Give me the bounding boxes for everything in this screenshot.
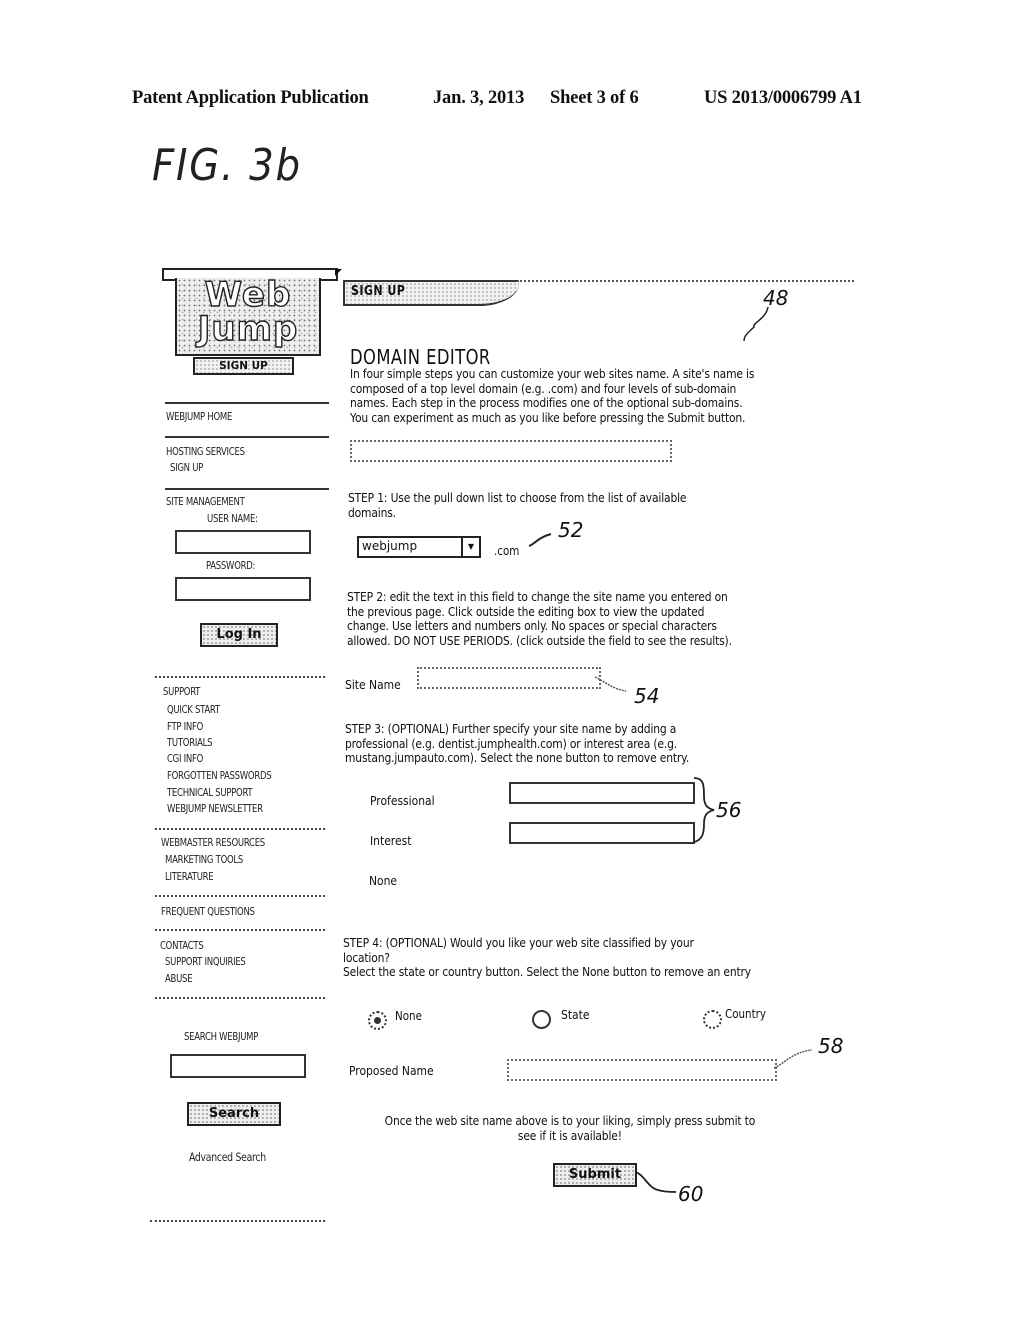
radio-state-label: State — [561, 1007, 590, 1022]
site-name-input[interactable] — [417, 667, 601, 689]
leader-line-48 — [743, 306, 769, 342]
frame-corner-mark — [335, 269, 342, 276]
sidebar-item-abuse[interactable]: ABUSE — [165, 973, 193, 985]
radio-country[interactable] — [703, 1010, 722, 1029]
tld-suffix: .com — [494, 544, 520, 558]
chevron-down-icon[interactable]: ▼ — [461, 538, 479, 556]
step4-text: STEP 4: (OPTIONAL) Would you like your w… — [343, 935, 751, 979]
logo-signup-button[interactable]: SIGN UP — [193, 357, 294, 375]
leader-line-60 — [634, 1171, 677, 1193]
sidebar-item-ftp-info[interactable]: FTP INFO — [167, 721, 203, 733]
figure-label: FIG. 3b — [152, 140, 302, 191]
sidebar-item-webjump-home[interactable]: WEBJUMP HOME — [166, 411, 232, 423]
domain-preview-field[interactable] — [350, 440, 672, 462]
password-label: PASSWORD: — [206, 560, 256, 572]
username-label: USER NAME: — [207, 513, 258, 525]
radio-none-label: None — [395, 1009, 422, 1023]
sidebar-divider — [165, 436, 329, 438]
closing-text: Once the web site name above is to your … — [384, 1113, 756, 1143]
reference-numeral-54: 54 — [634, 684, 660, 708]
header-rule — [517, 280, 854, 282]
proposed-name-field[interactable] — [507, 1059, 777, 1081]
password-input[interactable] — [175, 577, 311, 601]
publication-date: Jan. 3, 2013 — [433, 88, 525, 108]
publication-label: Patent Application Publication — [132, 88, 369, 108]
sidebar-item-forgotten-passwords[interactable]: FORGOTTEN PASSWORDS — [167, 770, 272, 782]
proposed-name-label: Proposed Name — [349, 1063, 434, 1078]
reference-numeral-56: 56 — [716, 798, 742, 822]
sidebar-divider — [150, 1220, 325, 1222]
sidebar-item-cgi-info[interactable]: CGI INFO — [167, 753, 203, 765]
reference-numeral-52: 52 — [558, 518, 584, 542]
radio-state[interactable] — [532, 1010, 551, 1029]
domain-select[interactable]: webjump ▼ — [357, 536, 481, 558]
search-input[interactable] — [170, 1054, 306, 1078]
search-button[interactable]: Search — [187, 1102, 281, 1126]
sidebar-divider — [165, 402, 329, 404]
site-name-label: Site Name — [345, 677, 401, 692]
interest-label: Interest — [370, 833, 412, 848]
sidebar-divider — [155, 997, 325, 999]
sidebar-item-marketing-tools[interactable]: MARKETING TOOLS — [165, 854, 243, 866]
sidebar-item-technical-support[interactable]: TECHNICAL SUPPORT — [167, 787, 253, 799]
sidebar-heading-contacts[interactable]: CONTACTS — [160, 940, 204, 952]
sign-up-tab-label: SIGN UP — [351, 284, 406, 299]
radio-none[interactable] — [368, 1011, 387, 1030]
step3-text: STEP 3: (OPTIONAL) Further specify your … — [345, 721, 690, 765]
sidebar-item-frequent-questions[interactable]: FREQUENT QUESTIONS — [161, 906, 255, 918]
search-label: SEARCH WEBJUMP — [184, 1031, 259, 1043]
sidebar-divider — [155, 828, 325, 830]
step1-text: STEP 1: Use the pull down list to choose… — [348, 490, 687, 520]
sidebar-item-webjump-newsletter[interactable]: WEBJUMP NEWSLETTER — [167, 803, 263, 815]
sidebar-item-sign-up[interactable]: SIGN UP — [170, 462, 203, 474]
reference-numeral-58: 58 — [818, 1034, 844, 1058]
leader-line-54 — [594, 676, 627, 692]
intro-text: In four simple steps you can customize y… — [350, 366, 755, 425]
professional-label: Professional — [370, 793, 435, 808]
username-input[interactable] — [175, 530, 311, 554]
leader-line-58 — [773, 1049, 813, 1069]
sidebar-item-literature[interactable]: LITERATURE — [165, 871, 214, 883]
sidebar-heading-support[interactable]: SUPPORT — [163, 686, 200, 698]
leader-line-52 — [528, 533, 552, 547]
sidebar-divider — [155, 895, 325, 897]
professional-input[interactable] — [509, 782, 695, 804]
login-button[interactable]: Log In — [200, 623, 278, 647]
webjump-logo[interactable]: Web Jump — [175, 275, 321, 356]
reference-numeral-60: 60 — [678, 1182, 704, 1206]
sidebar-item-quick-start[interactable]: QUICK START — [167, 704, 220, 716]
patent-number: US 2013/0006799 A1 — [704, 88, 862, 108]
radio-country-label: Country — [725, 1007, 766, 1021]
sidebar-divider — [155, 676, 325, 678]
sign-up-tab[interactable]: SIGN UP — [343, 280, 519, 306]
logo-jump-text: Jump — [197, 309, 299, 349]
none-option-label: None — [369, 873, 398, 888]
sidebar-heading-hosting[interactable]: HOSTING SERVICES — [166, 446, 245, 458]
step2-text: STEP 2: edit the text in this field to c… — [347, 589, 732, 648]
sidebar-item-support-inquiries[interactable]: SUPPORT INQUIRIES — [165, 956, 246, 968]
submit-button[interactable]: Submit — [553, 1163, 637, 1187]
sidebar-divider — [165, 488, 329, 490]
interest-input[interactable] — [509, 822, 695, 844]
logo-web-text: Web — [204, 275, 292, 315]
sidebar-divider — [155, 929, 325, 931]
domain-select-value: webjump — [362, 539, 418, 553]
sidebar-heading-webmaster-resources[interactable]: WEBMASTER RESOURCES — [161, 837, 265, 849]
sheet-number: Sheet 3 of 6 — [550, 88, 639, 108]
advanced-search-link[interactable]: Advanced Search — [189, 1150, 266, 1164]
sidebar-item-tutorials[interactable]: TUTORIALS — [167, 737, 213, 749]
radio-selected-dot — [374, 1017, 381, 1024]
sidebar-heading-site-management: SITE MANAGEMENT — [166, 496, 245, 508]
